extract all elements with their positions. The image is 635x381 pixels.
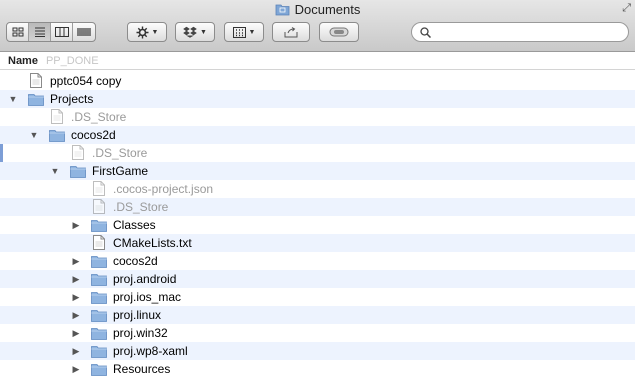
chevron-down-icon: ▼ bbox=[248, 28, 256, 36]
list-item-label: Resources bbox=[113, 362, 171, 376]
window-title-bar: Documents bbox=[0, 0, 635, 18]
document-icon bbox=[30, 73, 42, 88]
tag-toggle-icon bbox=[329, 27, 349, 37]
chevron-down-icon: ▼ bbox=[200, 28, 207, 36]
list-item-label: proj.ios_mac bbox=[113, 290, 182, 304]
column-header[interactable]: Name PP_DONE bbox=[0, 53, 635, 70]
list-item-label: proj.linux bbox=[113, 308, 162, 322]
list-item-label: .DS_Store bbox=[71, 110, 127, 124]
disclosure-closed-icon[interactable]: ▶ bbox=[71, 346, 81, 356]
document-icon bbox=[93, 199, 105, 214]
columns-icon bbox=[54, 27, 69, 37]
folder-icon bbox=[91, 220, 107, 232]
list-item[interactable]: ▶ proj.win32 bbox=[0, 324, 635, 342]
list-item-label: cocos2d bbox=[113, 254, 158, 268]
list-item[interactable]: ▶ proj.android bbox=[0, 270, 635, 288]
list-item-label: cocos2d bbox=[71, 128, 116, 142]
folder-icon bbox=[91, 310, 107, 322]
list-item[interactable]: CMakeLists.txt bbox=[0, 234, 635, 252]
folder-icon bbox=[91, 364, 107, 376]
tags-button[interactable] bbox=[319, 22, 359, 42]
share-button[interactable] bbox=[272, 22, 310, 42]
folder-icon bbox=[91, 256, 107, 268]
list-item-label: Projects bbox=[50, 92, 94, 106]
view-mode-segmented bbox=[6, 22, 96, 42]
gear-icon bbox=[136, 26, 149, 38]
cover-flow-icon bbox=[77, 28, 91, 36]
fullscreen-icon[interactable]: ⤢ bbox=[622, 2, 631, 15]
disclosure-closed-icon[interactable]: ▶ bbox=[71, 274, 81, 284]
disclosure-closed-icon[interactable]: ▶ bbox=[71, 220, 81, 230]
list-item-label: .DS_Store bbox=[113, 200, 169, 214]
folder-icon bbox=[28, 94, 44, 106]
list-item-label: FirstGame bbox=[92, 164, 149, 178]
list-item-label: pptc054 copy bbox=[50, 74, 122, 88]
disclosure-closed-icon[interactable]: ▶ bbox=[71, 328, 81, 338]
list-item[interactable]: .DS_Store bbox=[0, 198, 635, 216]
list-item[interactable]: ▶ proj.ios_mac bbox=[0, 288, 635, 306]
list-item-label: CMakeLists.txt bbox=[113, 236, 192, 250]
search-icon bbox=[420, 26, 431, 38]
list-item[interactable]: ▶ cocos2d bbox=[0, 252, 635, 270]
list-item[interactable]: ▶ Classes bbox=[0, 216, 635, 234]
icon-view-button[interactable] bbox=[7, 23, 29, 41]
share-icon bbox=[284, 26, 298, 37]
folder-icon bbox=[91, 346, 107, 358]
dropbox-menu-button[interactable]: ▼ bbox=[175, 22, 215, 42]
folder-title-icon bbox=[275, 3, 290, 16]
folder-icon bbox=[91, 292, 107, 304]
document-icon bbox=[93, 181, 105, 196]
disclosure-closed-icon[interactable]: ▶ bbox=[71, 292, 81, 302]
list-item-label: .DS_Store bbox=[92, 146, 148, 160]
document-icon bbox=[72, 145, 84, 160]
list-item[interactable]: ▼ Projects bbox=[0, 90, 635, 108]
list-view-button[interactable] bbox=[29, 23, 51, 41]
toolbar: Documents ⤢ ▼ ▼ ▼ bbox=[0, 0, 635, 52]
arrange-menu-button[interactable]: ▼ bbox=[224, 22, 264, 42]
folder-icon bbox=[91, 328, 107, 340]
search-field[interactable] bbox=[411, 22, 629, 42]
window-title: Documents bbox=[294, 1, 361, 17]
action-menu-button[interactable]: ▼ bbox=[127, 22, 167, 42]
list-item-label: .cocos-project.json bbox=[113, 182, 214, 196]
folder-icon bbox=[49, 130, 65, 142]
disclosure-open-icon[interactable]: ▼ bbox=[29, 130, 39, 140]
drag-ghost-label: PP_DONE bbox=[45, 55, 99, 67]
list-item-label: proj.wp8-xaml bbox=[113, 344, 188, 358]
list-item[interactable]: ▶ proj.linux bbox=[0, 306, 635, 324]
folder-icon bbox=[70, 166, 86, 178]
list-item-label: proj.android bbox=[113, 272, 177, 286]
disclosure-open-icon[interactable]: ▼ bbox=[50, 166, 60, 176]
list-item[interactable]: .DS_Store bbox=[0, 108, 635, 126]
list-item[interactable]: .cocos-project.json bbox=[0, 180, 635, 198]
disclosure-closed-icon[interactable]: ▶ bbox=[71, 364, 81, 374]
document-icon bbox=[93, 235, 105, 250]
list-item[interactable]: ▼ cocos2d bbox=[0, 126, 635, 144]
list-item[interactable]: ▶ Resources bbox=[0, 360, 635, 378]
list-icon bbox=[34, 27, 45, 37]
cover-flow-button[interactable] bbox=[73, 23, 95, 41]
search-input[interactable] bbox=[435, 25, 615, 39]
list-item[interactable]: .DS_Store bbox=[0, 144, 635, 162]
disclosure-closed-icon[interactable]: ▶ bbox=[71, 310, 81, 320]
list-item[interactable]: ▶ proj.wp8-xaml bbox=[0, 342, 635, 360]
list-item-label: Classes bbox=[113, 218, 156, 232]
folder-icon bbox=[91, 274, 107, 286]
column-view-button[interactable] bbox=[51, 23, 73, 41]
disclosure-closed-icon[interactable]: ▶ bbox=[71, 256, 81, 266]
document-icon bbox=[51, 109, 63, 124]
arrange-grid-icon bbox=[232, 26, 246, 38]
list-item-label: proj.win32 bbox=[113, 326, 168, 340]
disclosure-open-icon[interactable]: ▼ bbox=[8, 94, 18, 104]
name-column-header[interactable]: Name bbox=[8, 55, 38, 67]
chevron-down-icon: ▼ bbox=[151, 28, 159, 36]
file-list: pptc054 copy ▼ Projects .DS_Store ▼ cocos2d .D… bbox=[0, 72, 635, 378]
list-item[interactable]: ▼ FirstGame bbox=[0, 162, 635, 180]
list-item[interactable]: pptc054 copy bbox=[0, 72, 635, 90]
grid-icon bbox=[12, 27, 23, 37]
dropbox-icon bbox=[183, 26, 197, 38]
